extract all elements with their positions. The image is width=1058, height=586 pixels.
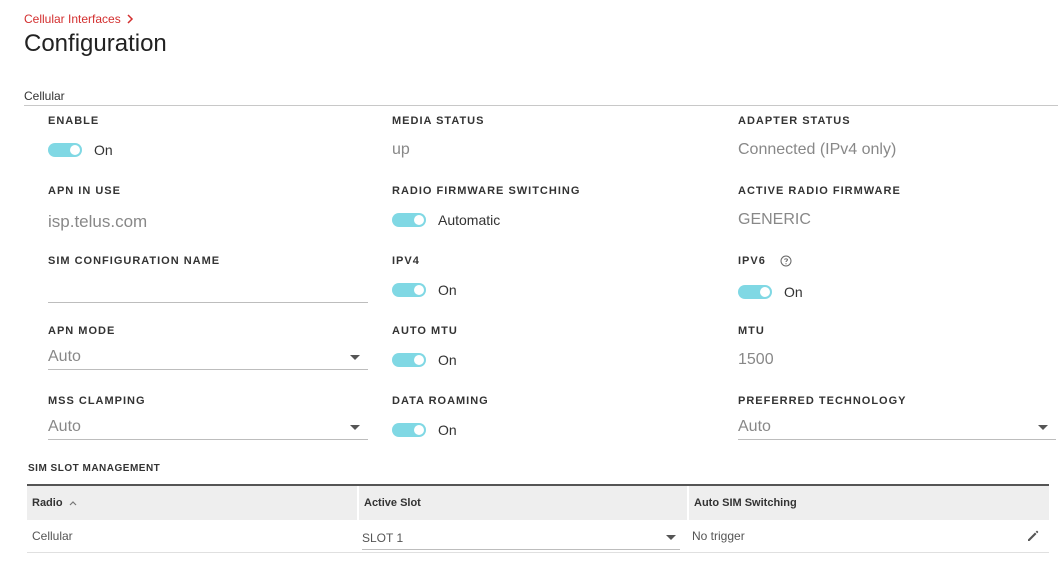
apn-mode-label: APN MODE — [48, 325, 116, 337]
sim-configuration-name-input[interactable] — [48, 278, 368, 303]
adapter-status-label: ADAPTER STATUS — [738, 115, 851, 127]
apn-mode-value: Auto — [48, 348, 81, 365]
apn-in-use-value: isp.telus.com — [48, 212, 148, 231]
caret-down-icon — [350, 354, 360, 360]
preferred-technology-label: PREFERRED TECHNOLOGY — [738, 395, 907, 407]
enable-label: ENABLE — [48, 115, 100, 127]
apn-in-use-label: APN IN USE — [48, 185, 121, 197]
toggle-track[interactable] — [392, 423, 426, 437]
mss-clamping-select[interactable]: Auto — [48, 415, 368, 440]
table-row: Cellular SLOT 1 No trigger — [27, 520, 1049, 553]
toggle-track[interactable] — [48, 143, 82, 157]
active-radio-firmware-label: ACTIVE RADIO FIRMWARE — [738, 185, 901, 197]
data-roaming-value: On — [438, 422, 457, 438]
enable-toggle[interactable]: On — [48, 142, 113, 158]
active-radio-firmware-value: GENERIC — [738, 211, 811, 228]
radio-firmware-switching-toggle[interactable]: Automatic — [392, 212, 500, 228]
data-roaming-toggle[interactable]: On — [392, 422, 457, 438]
page-title: Configuration — [24, 30, 167, 57]
apn-mode-select[interactable]: Auto — [48, 345, 368, 370]
chevron-right-icon — [127, 14, 133, 24]
toggle-track[interactable] — [392, 213, 426, 227]
ipv4-toggle[interactable]: On — [392, 282, 457, 298]
column-header-auto-sim-switching[interactable]: Auto SIM Switching — [687, 486, 1049, 520]
auto-mtu-toggle[interactable]: On — [392, 352, 457, 368]
column-header-label: Radio — [32, 497, 63, 509]
media-status-value: up — [392, 141, 410, 158]
radio-firmware-switching-label: RADIO FIRMWARE SWITCHING — [392, 185, 581, 197]
column-header-label: Auto SIM Switching — [694, 497, 797, 509]
toggle-track[interactable] — [392, 353, 426, 367]
mtu-value: 1500 — [738, 351, 774, 368]
section-divider — [24, 105, 1058, 106]
auto-sim-switching-cell: No trigger — [687, 520, 1049, 552]
column-header-label: Active Slot — [364, 497, 421, 509]
breadcrumb-link[interactable]: Cellular Interfaces — [24, 12, 121, 26]
column-header-active-slot[interactable]: Active Slot — [357, 486, 687, 520]
mtu-label: MTU — [738, 325, 765, 337]
pencil-icon[interactable] — [1025, 528, 1041, 544]
caret-down-icon — [350, 424, 360, 430]
data-roaming-label: DATA ROAMING — [392, 395, 489, 407]
sim-configuration-name-label: SIM CONFIGURATION NAME — [48, 255, 221, 267]
preferred-technology-select[interactable]: Auto — [738, 415, 1056, 440]
sort-up-icon[interactable] — [69, 499, 77, 507]
adapter-status-value: Connected (IPv4 only) — [738, 141, 897, 158]
ipv6-toggle[interactable]: On — [738, 284, 803, 300]
toggle-track[interactable] — [392, 283, 426, 297]
active-slot-cell: SLOT 1 — [357, 520, 687, 552]
ipv6-value: On — [784, 284, 803, 300]
active-slot-value: SLOT 1 — [362, 530, 404, 545]
active-slot-select[interactable]: SLOT 1 — [362, 527, 680, 550]
caret-down-icon — [1038, 424, 1048, 430]
auto-mtu-value: On — [438, 352, 457, 368]
column-header-radio[interactable]: Radio — [27, 486, 357, 520]
media-status-label: MEDIA STATUS — [392, 115, 485, 127]
sim-slot-table: Radio Active Slot Auto SIM Switching Cel… — [27, 484, 1049, 553]
radio-cell: Cellular — [32, 529, 73, 543]
ipv4-value: On — [438, 282, 457, 298]
toggle-track[interactable] — [738, 285, 772, 299]
sim-slot-management-label: SIM SLOT MANAGEMENT — [28, 463, 161, 474]
section-label: Cellular — [24, 89, 65, 103]
breadcrumb[interactable]: Cellular Interfaces — [24, 12, 135, 26]
caret-down-icon — [666, 535, 676, 540]
preferred-technology-value: Auto — [738, 418, 771, 435]
table-header: Radio Active Slot Auto SIM Switching — [27, 484, 1049, 520]
ipv6-label-group: IPV6 — [738, 255, 792, 267]
radio-firmware-switching-value: Automatic — [438, 212, 501, 228]
ipv4-label: IPV4 — [392, 255, 420, 267]
help-circle-icon[interactable] — [780, 255, 792, 267]
auto-mtu-label: AUTO MTU — [392, 325, 458, 337]
enable-value: On — [94, 142, 113, 158]
ipv6-label: IPV6 — [738, 255, 766, 267]
mss-clamping-value: Auto — [48, 418, 81, 435]
mss-clamping-label: MSS CLAMPING — [48, 395, 146, 407]
auto-sim-switching-value: No trigger — [692, 529, 745, 543]
